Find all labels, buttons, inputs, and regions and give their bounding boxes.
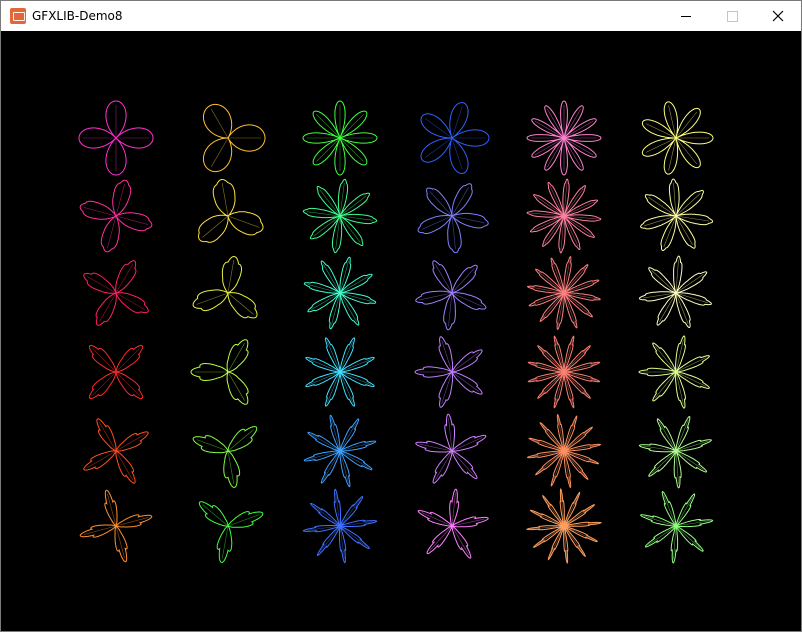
rose-spoke	[675, 357, 707, 373]
rose-spoke	[339, 499, 361, 527]
rose-spoke	[533, 511, 565, 527]
rose-curve-r2-c6	[640, 178, 714, 251]
rose-spoke	[659, 422, 677, 452]
rose-spoke	[202, 215, 229, 238]
drawing-canvas	[1, 31, 801, 631]
rose-spoke	[115, 371, 140, 396]
rose-curve-r6-c6	[640, 491, 714, 564]
rose-spoke	[99, 292, 117, 322]
rose-curve-r6-c4	[417, 488, 489, 559]
rose-spoke	[92, 348, 117, 373]
rose-spoke	[563, 525, 595, 541]
rose-spoke	[675, 419, 689, 452]
maximize-button[interactable]	[709, 1, 755, 31]
rose-spoke	[227, 260, 235, 294]
gfx-app-icon	[10, 8, 26, 24]
rose-spoke	[675, 273, 704, 294]
rose-spoke	[83, 207, 117, 217]
rose-curves-canvas	[78, 100, 714, 565]
rose-spoke	[533, 215, 565, 231]
rose-curve-r2-c4	[417, 183, 489, 254]
title-bar[interactable]: GFXLIB-Demo8	[1, 1, 801, 31]
rose-spoke	[92, 371, 117, 396]
rose-spoke	[115, 348, 140, 373]
rose-spoke	[675, 525, 701, 549]
rose-spoke	[451, 525, 469, 555]
rose-spoke	[196, 292, 229, 305]
rose-spoke	[675, 193, 701, 217]
rose-spoke	[451, 187, 469, 217]
rose-spoke	[441, 371, 453, 404]
rose-spoke	[115, 292, 145, 310]
rose-spoke	[544, 215, 565, 244]
rose-spoke	[654, 345, 677, 373]
rose-spoke	[675, 371, 707, 387]
rose-curve-r5-c6	[638, 415, 712, 489]
rose-spoke	[651, 270, 677, 294]
rose-spoke	[107, 215, 117, 249]
rose-curve-r3-c4	[415, 260, 487, 331]
minimize-button[interactable]	[663, 1, 709, 31]
rose-spoke	[441, 340, 453, 373]
rose-curve-r3-c6	[638, 255, 712, 328]
rose-spoke	[115, 264, 133, 294]
rose-spoke	[429, 191, 453, 217]
rose-spoke	[563, 201, 595, 217]
rose-spoke	[221, 183, 229, 217]
rose-spoke	[563, 188, 584, 217]
rose-curve-r5-c4	[415, 413, 487, 484]
rose-spoke	[536, 196, 565, 217]
rose-spoke	[339, 525, 367, 547]
minimize-icon	[681, 15, 691, 17]
rose-spoke	[115, 215, 149, 225]
rose-spoke	[651, 450, 677, 474]
rose-spoke	[451, 450, 475, 476]
rose-curve-r6-c2	[198, 501, 264, 564]
rose-curve-r5-c2	[192, 426, 258, 489]
rose-spoke	[429, 525, 453, 551]
rose-spoke	[549, 525, 565, 557]
rose-spoke	[87, 276, 117, 294]
rose-spoke	[675, 371, 684, 405]
rose-spoke	[563, 215, 592, 236]
rose-spoke	[549, 185, 565, 217]
rose-spoke	[563, 215, 579, 247]
rose-spoke	[313, 505, 341, 527]
rose-spoke	[663, 494, 677, 527]
rose-spoke	[563, 495, 579, 527]
rose-spoke	[451, 215, 485, 224]
rose-spoke	[654, 371, 677, 399]
rose-curve-r3-c2	[192, 256, 258, 319]
rose-spoke	[115, 183, 125, 217]
close-button[interactable]	[755, 1, 801, 31]
maximize-icon	[726, 10, 738, 22]
rose-spoke	[319, 525, 341, 553]
app-window: GFXLIB-Demo8	[0, 0, 802, 632]
rose-spoke	[421, 215, 453, 230]
rose-spoke	[227, 292, 254, 315]
window-title: GFXLIB-Demo8	[32, 9, 123, 23]
close-icon	[772, 10, 784, 22]
